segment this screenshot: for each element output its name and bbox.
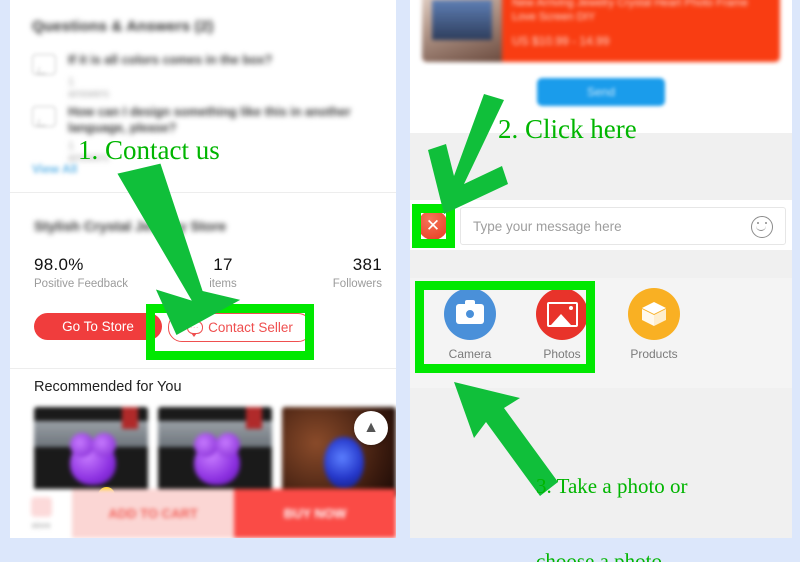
send-button[interactable]: Send (537, 78, 665, 106)
thumb-gem-pendant (324, 437, 364, 489)
recommended-thumbnails (34, 407, 396, 497)
annotation-step-3: 3. Take a photo or choose a photo (536, 424, 688, 562)
screenshot-root: Questions & Answers (2) If it is all col… (0, 0, 800, 562)
qa-section-title: Questions & Answers (2) (32, 18, 214, 35)
storefront-icon (30, 497, 52, 517)
attachment-products[interactable]: Products (608, 288, 700, 361)
product-price: US $10.99 - 14.99 (512, 34, 610, 48)
product-info: New Arriving Jewelry Crystal Heart Photo… (502, 0, 780, 62)
thumb-tag (246, 407, 262, 429)
annotation-step-1: 1. Contact us (78, 135, 220, 165)
arrow-to-close-button (428, 94, 508, 214)
add-to-cart-label: ADD TO CART (108, 506, 198, 521)
question-bubble-icon (32, 54, 56, 75)
send-button-label: Send (586, 85, 616, 99)
qa-answer-count: 1 answers (68, 76, 109, 100)
smiley-face-icon[interactable] (751, 216, 773, 238)
stat-followers: 381 Followers (326, 255, 382, 290)
thumb-heart-pendant (70, 433, 116, 485)
annotation-step-3-line-2: choose a photo (536, 549, 662, 562)
qa-question-text: If it is all colors comes in the box? (68, 53, 273, 67)
qa-question-text: How can I design something like this in … (68, 105, 351, 135)
question-bubble-icon (32, 106, 56, 127)
recommended-item[interactable] (158, 407, 272, 497)
store-button-label: store (31, 520, 51, 530)
smiley-mouth (756, 225, 766, 231)
product-thumbnail (422, 0, 502, 62)
box-icon (628, 288, 680, 340)
products-label: Products (630, 347, 678, 361)
smiley-eye-right (765, 222, 767, 224)
recommended-title: Recommended for You (34, 379, 182, 395)
product-title: New Arriving Jewelry Crystal Heart Photo… (512, 0, 748, 23)
message-input-placeholder: Type your message here (473, 218, 622, 234)
store-button[interactable]: store (10, 489, 72, 538)
qa-view-all-link[interactable]: View All (32, 162, 77, 176)
thumb-tag (122, 407, 138, 429)
chevron-up-icon: ▲ (363, 419, 379, 436)
annotation-step-3-line-1: 3. Take a photo or (536, 474, 688, 498)
box-glyph (642, 302, 666, 326)
stat-label: Followers (332, 278, 382, 290)
stat-value: 381 (352, 255, 382, 274)
thumbnail-inner (432, 0, 492, 40)
bottom-action-bar: store ADD TO CART BUY NOW (10, 489, 396, 538)
recommended-item[interactable] (34, 407, 148, 497)
add-to-cart-button[interactable]: ADD TO CART (72, 489, 234, 538)
buy-now-button[interactable]: BUY NOW (234, 489, 396, 538)
product-preview-card[interactable]: New Arriving Jewelry Crystal Heart Photo… (422, 0, 780, 62)
highlight-box-attachments (415, 281, 595, 373)
scroll-to-top-button[interactable]: ▲ (354, 411, 388, 445)
annotation-step-2: 2. Click here (498, 114, 637, 144)
buy-now-label: BUY NOW (283, 506, 347, 521)
thumb-heart-pendant (194, 433, 240, 485)
smiley-eye-left (757, 222, 759, 224)
arrow-to-contact-seller (117, 163, 241, 336)
